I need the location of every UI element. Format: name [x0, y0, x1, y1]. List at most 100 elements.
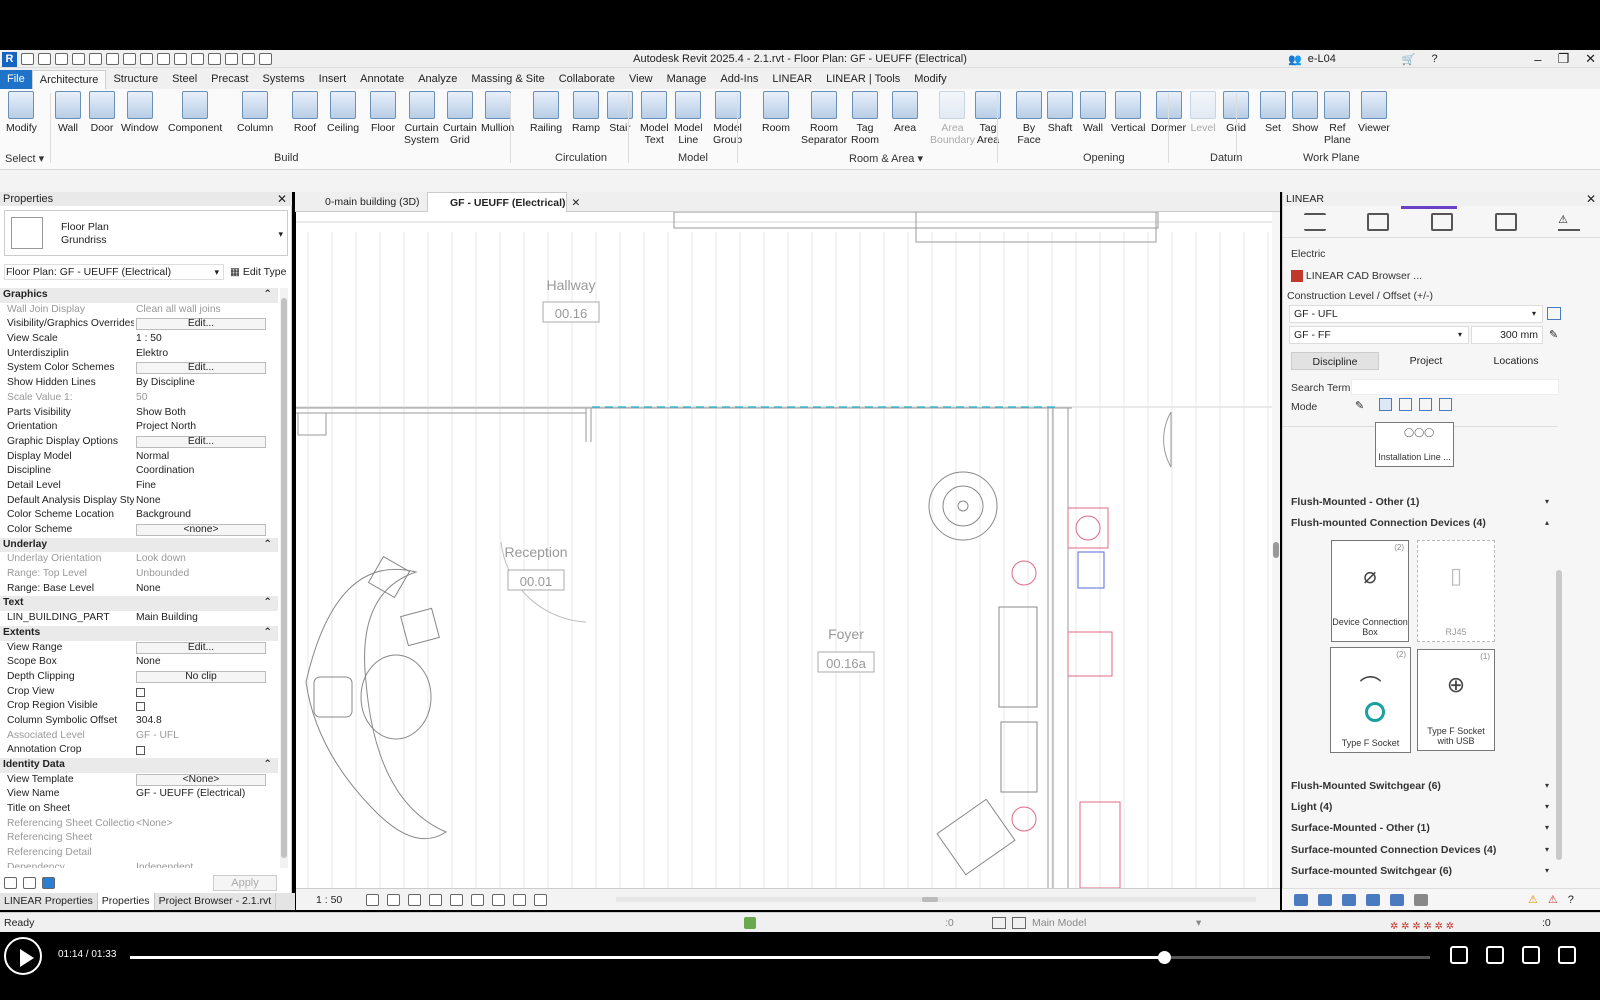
ribbon-ceiling-button[interactable]: Ceiling	[327, 91, 359, 134]
property-row[interactable]: Color Scheme Location Background	[0, 508, 278, 523]
property-value[interactable]: Edit...	[134, 641, 278, 656]
property-value[interactable]	[134, 802, 278, 817]
property-value[interactable]: ⌃	[137, 596, 278, 611]
property-row[interactable]: Discipline Coordination	[0, 464, 278, 479]
linear-tab-locations[interactable]: Locations	[1473, 352, 1559, 370]
tab-linear[interactable]: LINEAR	[765, 70, 819, 89]
property-row[interactable]: View Range Edit...	[0, 641, 278, 656]
floor-plan-drawing[interactable]: Hallway 00.16 Reception 00.01 Foyer 00.16a	[296, 212, 1272, 888]
progress-track[interactable]	[130, 951, 1430, 964]
property-row[interactable]: Title on Sheet	[0, 802, 278, 817]
ribbon-by-face-button[interactable]: By Face	[1016, 91, 1042, 146]
property-value[interactable]: No clip	[134, 670, 278, 685]
property-value[interactable]	[134, 743, 278, 758]
mode-grid-icon[interactable]	[1399, 398, 1412, 411]
print-icon[interactable]	[123, 53, 136, 65]
ribbon-group-room-area-[interactable]: Room & Area ▾	[849, 152, 923, 165]
alert-icon[interactable]: ⚠	[1548, 893, 1558, 906]
cart-icon[interactable]: 🛒	[1402, 53, 1416, 66]
tab-massing-site[interactable]: Massing & Site	[464, 70, 551, 89]
property-edit-button[interactable]: Edit...	[136, 435, 266, 448]
linear-scrollbar[interactable]	[1556, 430, 1562, 870]
tab-collaborate[interactable]: Collaborate	[552, 70, 622, 89]
property-row[interactable]: View Scale 1 : 50	[0, 332, 278, 347]
volume-icon[interactable]	[1522, 946, 1540, 964]
shadows-icon[interactable]	[429, 893, 443, 906]
tab-systems[interactable]: Systems	[255, 70, 311, 89]
sort-icon[interactable]	[4, 877, 17, 889]
construction-level-dropdown[interactable]: GF - UFL ▾	[1289, 305, 1543, 323]
tab-add-ins[interactable]: Add-Ins	[713, 70, 765, 89]
pick-level-icon[interactable]: ✎	[1549, 328, 1558, 341]
collapse-icon[interactable]: ⌃	[263, 759, 272, 770]
linear-tab-project[interactable]: Project	[1387, 352, 1465, 370]
ribbon-ref-plane-button[interactable]: Ref Plane	[1324, 91, 1351, 146]
captions-icon[interactable]	[1486, 946, 1504, 964]
property-value[interactable]	[134, 685, 278, 700]
measure-icon[interactable]	[140, 53, 153, 65]
property-row[interactable]: Detail Level Fine	[0, 479, 278, 494]
categorize-icon[interactable]	[42, 877, 55, 889]
3d-view-icon[interactable]	[191, 53, 204, 65]
text-icon[interactable]	[174, 53, 187, 65]
collapse-icon[interactable]: ⌃	[263, 627, 272, 638]
property-value[interactable]: Main Building	[134, 611, 278, 626]
property-row[interactable]: Graphic Display Options Edit...	[0, 435, 278, 450]
place-icon[interactable]	[1294, 893, 1308, 906]
category-surface-mounted-connection-devices-4-[interactable]: Surface-mounted Connection Devices (4) ▾	[1291, 842, 1549, 858]
property-row[interactable]: Referencing Sheet	[0, 831, 278, 846]
design-options-icon[interactable]	[992, 917, 1006, 929]
close-tab-icon[interactable]: ✕	[572, 197, 581, 209]
property-checkbox[interactable]	[136, 746, 145, 756]
property-row[interactable]: Parts Visibility Show Both	[0, 406, 278, 421]
property-row[interactable]: Color Scheme <none>	[0, 523, 278, 538]
ribbon-floor-button[interactable]: Floor	[370, 91, 396, 134]
property-value[interactable]: Coordination	[134, 464, 278, 479]
editable-icon[interactable]	[1012, 917, 1026, 929]
property-value[interactable]: Normal	[134, 450, 278, 465]
close-properties-icon[interactable]: ✕	[277, 192, 287, 206]
save-icon[interactable]	[55, 53, 68, 65]
ribbon-window-button[interactable]: Window	[121, 91, 158, 134]
tab-annotate[interactable]: Annotate	[353, 70, 411, 89]
property-row[interactable]: Visibility/Graphics Overrides Edit...	[0, 317, 278, 332]
tab-architecture[interactable]: Architecture	[31, 70, 107, 89]
selection-tools-icon[interactable]: ✲ ✲ ✲ ✲ ✲ ✲	[1390, 917, 1470, 932]
ribbon-wall-button[interactable]: Wall	[55, 91, 81, 134]
property-value[interactable]: ⌃	[137, 288, 278, 303]
category-flush-mounted-switchgear-6-[interactable]: Flush-Mounted Switchgear (6) ▾	[1291, 778, 1549, 794]
property-value[interactable]: GF - UEUFF (Electrical)	[134, 787, 278, 802]
ribbon-vertical-button[interactable]: Vertical	[1111, 91, 1145, 134]
category-surface-mounted-switchgear-6-[interactable]: Surface-mounted Switchgear (6) ▾	[1291, 863, 1549, 879]
thin-lines-icon[interactable]	[225, 53, 238, 65]
fullscreen-exit-icon[interactable]	[1558, 946, 1576, 964]
property-row[interactable]: View Name GF - UEUFF (Electrical)	[0, 787, 278, 802]
property-edit-button[interactable]: No clip	[136, 670, 266, 683]
ribbon-shaft-button[interactable]: Shaft	[1047, 91, 1073, 134]
calendar-icon[interactable]	[1547, 307, 1561, 320]
palette-tab-linear-properties[interactable]: LINEAR Properties	[0, 893, 98, 910]
tab-precast[interactable]: Precast	[204, 70, 255, 89]
close-hidden-icon[interactable]	[242, 53, 255, 65]
progress-handle[interactable]	[1157, 951, 1171, 964]
tab-modify[interactable]: Modify	[907, 70, 953, 89]
visual-style-icon[interactable]	[387, 893, 401, 906]
undo-icon[interactable]	[89, 53, 102, 65]
property-row[interactable]: Display Model Normal	[0, 450, 278, 465]
installation-line-card[interactable]: ◯◯◯ Installation Line ...	[1375, 422, 1454, 467]
menu-icon[interactable]	[1303, 212, 1326, 231]
category-flush-mounted-other-1-[interactable]: Flush-Mounted - Other (1) ▾	[1291, 494, 1549, 510]
warning-icon[interactable]: ⚠	[1528, 893, 1538, 906]
property-row[interactable]: Dependency Independent	[0, 861, 278, 868]
sort-alpha-icon[interactable]	[23, 877, 36, 889]
offset-input[interactable]: 300 mm	[1471, 326, 1543, 344]
cad-browser-link[interactable]: LINEAR CAD Browser ...	[1291, 270, 1422, 283]
worksharing-icon[interactable]	[534, 893, 548, 906]
property-value[interactable]: ⌃	[137, 758, 278, 773]
property-row[interactable]: Crop View	[0, 685, 278, 700]
ribbon-show-button[interactable]: Show	[1292, 91, 1318, 134]
property-row[interactable]: Unterdisziplin Elektro	[0, 347, 278, 362]
restore-icon[interactable]: ❐	[1557, 51, 1569, 67]
edit-icon[interactable]	[1367, 212, 1390, 231]
property-row[interactable]: View Template <None>	[0, 773, 278, 788]
